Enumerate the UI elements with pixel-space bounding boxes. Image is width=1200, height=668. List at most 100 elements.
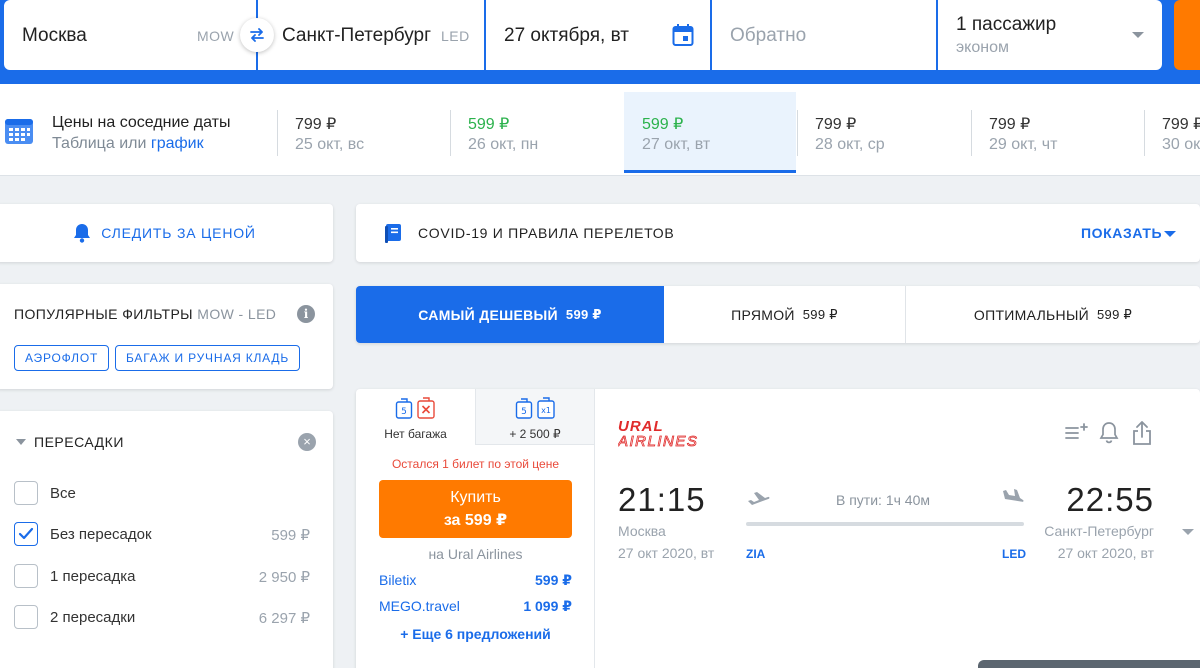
arrival-time: 22:55 bbox=[1066, 481, 1154, 518]
departure-time: 21:15 bbox=[618, 481, 706, 518]
date-cell[interactable]: 599 ₽ 26 окт, пн bbox=[450, 92, 622, 173]
destination-city: Санкт-Петербург bbox=[282, 25, 432, 46]
baggage-option-label: Нет багажа bbox=[384, 427, 447, 441]
date-cell[interactable]: 799 ₽ 28 окт, ср bbox=[797, 92, 969, 173]
clear-filter-icon[interactable]: × bbox=[298, 433, 316, 451]
bell-icon[interactable] bbox=[1098, 420, 1120, 444]
passenger-count: 1 пассажир bbox=[956, 14, 1057, 35]
bottom-popup-edge bbox=[978, 660, 1200, 668]
price-calendar-icon bbox=[5, 119, 33, 144]
date-price: 599 ₽ bbox=[642, 116, 684, 133]
origin-field[interactable]: Москва MOW bbox=[4, 0, 256, 70]
buy-button[interactable]: Купить за 599 ₽ bbox=[379, 480, 572, 538]
tab-label: ОПТИМАЛЬНЫЙ bbox=[973, 306, 1090, 323]
add-to-list-icon[interactable] bbox=[1064, 420, 1088, 444]
popular-filters-title: ПОПУЛЯРНЫЕ ФИЛЬТРЫ MOW - LED bbox=[14, 306, 276, 322]
chart-view-link[interactable]: график bbox=[151, 135, 204, 152]
transfers-title[interactable]: ПЕРЕСАДКИ bbox=[34, 434, 124, 450]
option-label: Все bbox=[50, 485, 76, 502]
takeoff-icon bbox=[748, 492, 770, 505]
tab-price: 599 ₽ bbox=[802, 306, 838, 322]
buy-label: Купить bbox=[450, 489, 501, 506]
filter-chip-aeroflot[interactable]: АЭРОФЛОТ bbox=[14, 345, 110, 371]
date-price: 799 ₽ bbox=[1162, 116, 1200, 133]
popular-filters-route: MOW - LED bbox=[197, 306, 277, 322]
option-price: 2 950 ₽ bbox=[258, 569, 310, 586]
date-price: 799 ₽ bbox=[815, 116, 857, 133]
chevron-down-icon bbox=[1132, 32, 1144, 38]
checked-baggage-icon: x1 bbox=[536, 397, 555, 419]
show-rules-button[interactable]: ПОКАЗАТЬ bbox=[1081, 225, 1162, 241]
search-button[interactable] bbox=[1174, 0, 1200, 70]
svg-text:5: 5 bbox=[401, 407, 407, 417]
popular-filters-label: ПОПУЛЯРНЫЕ ФИЛЬТРЫ bbox=[14, 306, 193, 322]
transfer-option-direct[interactable]: Без пересадок 599 ₽ bbox=[14, 522, 314, 548]
passengers-field[interactable]: 1 пассажир эконом bbox=[938, 0, 1162, 70]
divider bbox=[450, 110, 451, 156]
date-label: 28 окт, ср bbox=[815, 136, 885, 153]
checkbox[interactable] bbox=[14, 605, 38, 629]
option-price: 6 297 ₽ bbox=[258, 610, 310, 627]
transfer-option-one-stop[interactable]: 1 пересадка 2 950 ₽ bbox=[14, 564, 314, 590]
or-text: или bbox=[119, 135, 147, 152]
baggage-option-none[interactable]: 5 Нет багажа bbox=[356, 389, 475, 445]
tab-cheapest[interactable]: САМЫЙ ДЕШЕВЫЙ 599 ₽ bbox=[356, 286, 664, 343]
offer-price[interactable]: 599 ₽ bbox=[535, 572, 572, 589]
destination-code: LED bbox=[441, 28, 470, 44]
divider bbox=[971, 110, 972, 156]
tab-optimal[interactable]: ОПТИМАЛЬНЫЙ 599 ₽ bbox=[906, 286, 1200, 343]
swap-cities-button[interactable] bbox=[240, 18, 274, 52]
calendar-icon[interactable] bbox=[672, 23, 694, 47]
transfer-option-all[interactable]: Все bbox=[14, 481, 314, 507]
more-offers-link[interactable]: + Еще 6 предложений bbox=[356, 626, 595, 642]
share-icon[interactable] bbox=[1131, 420, 1153, 446]
offer-agency[interactable]: MEGO.travel bbox=[379, 598, 460, 614]
seller-name: на Ural Airlines bbox=[428, 546, 523, 562]
checkbox-checked[interactable] bbox=[14, 522, 38, 546]
arrival-date: 27 окт 2020, вт bbox=[1057, 545, 1154, 561]
checkbox[interactable] bbox=[14, 481, 38, 505]
offer-price[interactable]: 1 099 ₽ bbox=[523, 598, 572, 615]
swap-icon bbox=[250, 28, 264, 42]
svg-text:x1: x1 bbox=[541, 406, 551, 415]
date-cell[interactable]: 799 ₽ 25 окт, вс bbox=[277, 92, 449, 173]
info-icon[interactable]: i bbox=[297, 305, 315, 323]
option-label: Без пересадок bbox=[50, 526, 152, 543]
departure-date-field[interactable]: 27 октября, вт bbox=[486, 0, 710, 70]
covid-rules-banner[interactable]: COVID-19 И ПРАВИЛА ПЕРЕЛЕТОВ ПОКАЗАТЬ bbox=[356, 204, 1200, 262]
origin-city: Москва bbox=[22, 25, 87, 46]
baggage-icons: 5 bbox=[356, 396, 475, 420]
book-icon bbox=[385, 224, 401, 243]
departure-date: 27 окт 2020, вт bbox=[618, 545, 715, 561]
nearby-dates-strip: Цены на соседние даты Таблица или график… bbox=[0, 84, 1200, 176]
chevron-down-icon[interactable] bbox=[16, 439, 26, 445]
watch-price-button[interactable]: Следить за ценой bbox=[0, 204, 333, 262]
destination-field[interactable]: Санкт-Петербург LED bbox=[258, 0, 484, 70]
sort-tabs: САМЫЙ ДЕШЕВЫЙ 599 ₽ ПРЯМОЙ 599 ₽ ОПТИМАЛ… bbox=[356, 286, 1200, 343]
flight-duration: В пути: 1ч 40м bbox=[836, 492, 930, 508]
tab-label: САМЫЙ ДЕШЕВЫЙ bbox=[418, 306, 558, 323]
date-cell[interactable]: 799 ₽ 30 окт, пт bbox=[1144, 92, 1200, 173]
transfer-option-two-stops[interactable]: 2 пересадки 6 297 ₽ bbox=[14, 605, 314, 631]
tab-direct[interactable]: ПРЯМОЙ 599 ₽ bbox=[664, 286, 905, 343]
tab-price: 599 ₽ bbox=[1097, 306, 1133, 322]
date-label: 26 окт, пн bbox=[468, 136, 539, 153]
departure-airport[interactable]: ZIA bbox=[746, 547, 765, 561]
chevron-down-icon bbox=[1164, 231, 1176, 237]
no-baggage-icon bbox=[417, 397, 435, 419]
tab-price: 599 ₽ bbox=[565, 306, 602, 322]
return-date-placeholder: Обратно bbox=[730, 25, 807, 46]
search-bar: Москва MOW Санкт-Петербург LED 27 октябр… bbox=[0, 0, 1200, 84]
checkbox[interactable] bbox=[14, 564, 38, 588]
option-label: 1 пересадка bbox=[50, 568, 136, 585]
return-date-field[interactable]: Обратно bbox=[712, 0, 936, 70]
date-cell[interactable]: 799 ₽ 29 окт, чт bbox=[971, 92, 1143, 173]
filter-chip-baggage[interactable]: БАГАЖ И РУЧНАЯ КЛАДЬ bbox=[115, 345, 300, 371]
expand-details-icon[interactable] bbox=[1182, 529, 1194, 535]
nearby-dates-title: Цены на соседние даты bbox=[52, 114, 231, 131]
hand-luggage-icon: 5 bbox=[515, 398, 532, 419]
offer-agency[interactable]: Biletix bbox=[379, 572, 416, 588]
arrival-airport[interactable]: LED bbox=[1002, 547, 1026, 561]
baggage-option-with-bag[interactable]: 5 x1 + 2 500 ₽ bbox=[475, 389, 594, 445]
date-cell-selected[interactable]: 599 ₽ 27 окт, вт bbox=[624, 92, 796, 173]
